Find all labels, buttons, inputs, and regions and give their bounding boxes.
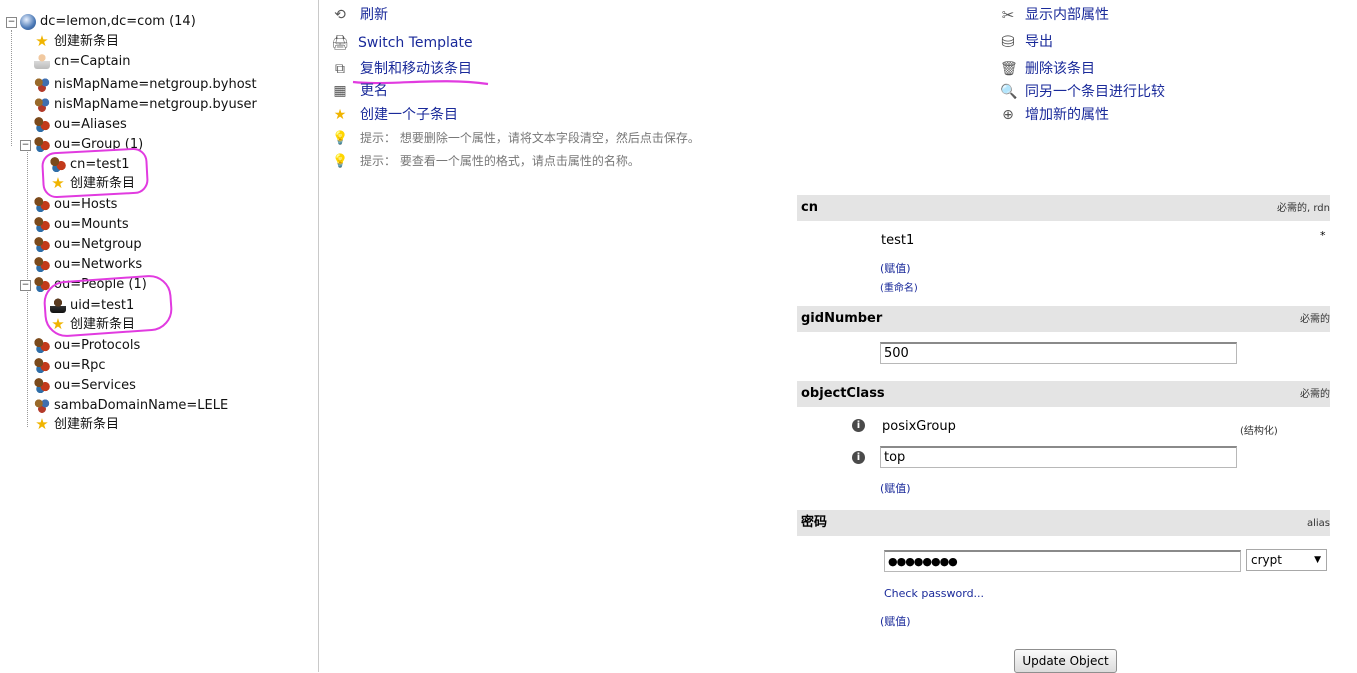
structural-label: (结构化) (1240, 426, 1278, 437)
check-password-link[interactable]: Check password... (884, 587, 984, 600)
map-icon (34, 96, 50, 112)
ou-icon (34, 116, 50, 132)
tree-item-label: ou=Services (54, 378, 136, 393)
cn-add-value-link[interactable]: (赋值) (880, 260, 911, 276)
attr-header-password: 密码 alias (797, 510, 1330, 536)
ou-icon (34, 196, 50, 212)
map-icon (34, 76, 50, 92)
attr-name[interactable]: gidNumber (801, 306, 882, 332)
refresh-icon: ⟲ (334, 7, 346, 23)
ou-icon (34, 337, 50, 353)
attr-note: alias (1306, 518, 1330, 529)
refresh-label: 刷新 (360, 7, 388, 23)
ou-icon (34, 256, 50, 272)
tree-pane: − dc=lemon,dc=com (14) ★ 创建新条目 cn=Captai… (0, 0, 319, 672)
tools-icon: ✂ (1001, 6, 1015, 24)
tree-item-label: ou=Netgroup (54, 237, 142, 252)
tree-item-label: ou=Aliases (54, 117, 127, 132)
ou-icon (34, 216, 50, 232)
tree-root-label: dc=lemon,dc=com (14) (40, 14, 196, 29)
tree-item-label: ou=Rpc (54, 358, 106, 373)
attr-header-gidnumber: gidNumber 必需的 (797, 306, 1330, 332)
compare-icon: 🔍 (1000, 84, 1018, 100)
attr-note: 必需的 (1300, 389, 1330, 400)
required-star: * (1320, 229, 1326, 242)
lightbulb-icon: 💡 (332, 131, 349, 146)
attr-note: 必需的, rdn (1277, 203, 1330, 214)
add-attribute-icon: ⊕ (1002, 107, 1014, 123)
export-icon: ⛁ (1001, 32, 1015, 51)
tree-item-label: ou=Protocols (54, 338, 141, 353)
ou-icon (34, 357, 50, 373)
rename-label: 更名 (360, 83, 388, 99)
attr-header-cn: cn 必需的, rdn (797, 195, 1330, 221)
annotation-circle (40, 147, 150, 199)
hash-select[interactable]: crypt ▼ (1246, 549, 1327, 571)
objectclass-input[interactable]: top (880, 446, 1237, 468)
ou-icon (34, 377, 50, 393)
export-label: 导出 (1025, 34, 1053, 50)
tree-item-label: 创建新条目 (54, 34, 120, 49)
hint-text: 提示： 要查看一个属性的格式，请点击属性的名称。 (360, 154, 640, 168)
hint-text: 提示： 想要删除一个属性，请将文本字段清空，然后点击保存。 (360, 131, 700, 145)
attr-header-objectclass: objectClass 必需的 (797, 381, 1330, 407)
objectclass-add-value-link[interactable]: (赋值) (880, 480, 911, 496)
compare-label: 同另一个条目进行比较 (1025, 84, 1165, 100)
star-icon: ★ (35, 415, 49, 433)
rename-icon: ▦ (333, 83, 347, 99)
person-icon (34, 53, 50, 69)
switch-template-label: Switch Template (358, 35, 473, 51)
copy-icon: ⧉ (335, 61, 345, 77)
gidnumber-input[interactable]: 500 (880, 342, 1237, 364)
add-attribute-label: 增加新的属性 (1025, 107, 1109, 123)
attr-note: 必需的 (1300, 314, 1330, 325)
info-icon[interactable]: i (852, 419, 865, 432)
attr-name[interactable]: 密码 (801, 510, 827, 536)
info-icon[interactable]: i (852, 451, 865, 464)
tree-item-label: ou=Mounts (54, 217, 129, 232)
attr-name[interactable]: cn (801, 195, 818, 221)
tree-item-label: sambaDomainName=LELE (54, 398, 229, 413)
create-child-label: 创建一个子条目 (360, 107, 458, 123)
annotation-circle (42, 273, 174, 339)
cn-rename-link[interactable]: (重命名) (880, 279, 918, 294)
attr-name[interactable]: objectClass (801, 381, 885, 407)
hash-select-value: crypt (1251, 553, 1282, 567)
cn-value: test1 (881, 233, 915, 248)
star-icon: ★ (333, 107, 347, 123)
update-object-button[interactable]: Update Object (1014, 649, 1117, 673)
ou-icon (34, 236, 50, 252)
collapse-icon[interactable]: − (20, 140, 31, 151)
tree-guide (11, 30, 12, 146)
tree-item-label: nisMapName=netgroup.byhost (54, 77, 257, 92)
tree-item-label: 创建新条目 (54, 417, 120, 432)
collapse-icon[interactable]: − (6, 17, 17, 28)
tree-item-label: nisMapName=netgroup.byuser (54, 97, 257, 112)
tree-item-label: cn=Captain (54, 54, 131, 69)
delete-entry-label: 删除该条目 (1025, 61, 1095, 77)
tree-item-label: ou=Networks (54, 257, 143, 272)
template-icon: 🖨 (331, 35, 349, 51)
lightbulb-icon: 💡 (332, 154, 349, 169)
tree-item-label: ou=Hosts (54, 197, 118, 212)
chevron-down-icon: ▼ (1314, 555, 1321, 565)
trash-icon: 🗑 (1000, 61, 1018, 77)
globe-icon (20, 14, 36, 30)
password-add-value-link[interactable]: (赋值) (880, 613, 911, 629)
map-icon (34, 397, 50, 413)
objectclass-value: posixGroup (882, 419, 956, 434)
star-icon: ★ (35, 32, 49, 50)
password-input[interactable]: ●●●●●●●● (884, 550, 1241, 572)
collapse-icon[interactable]: − (20, 280, 31, 291)
ou-icon (34, 136, 50, 152)
show-internal-attrs-label: 显示内部属性 (1025, 7, 1109, 23)
